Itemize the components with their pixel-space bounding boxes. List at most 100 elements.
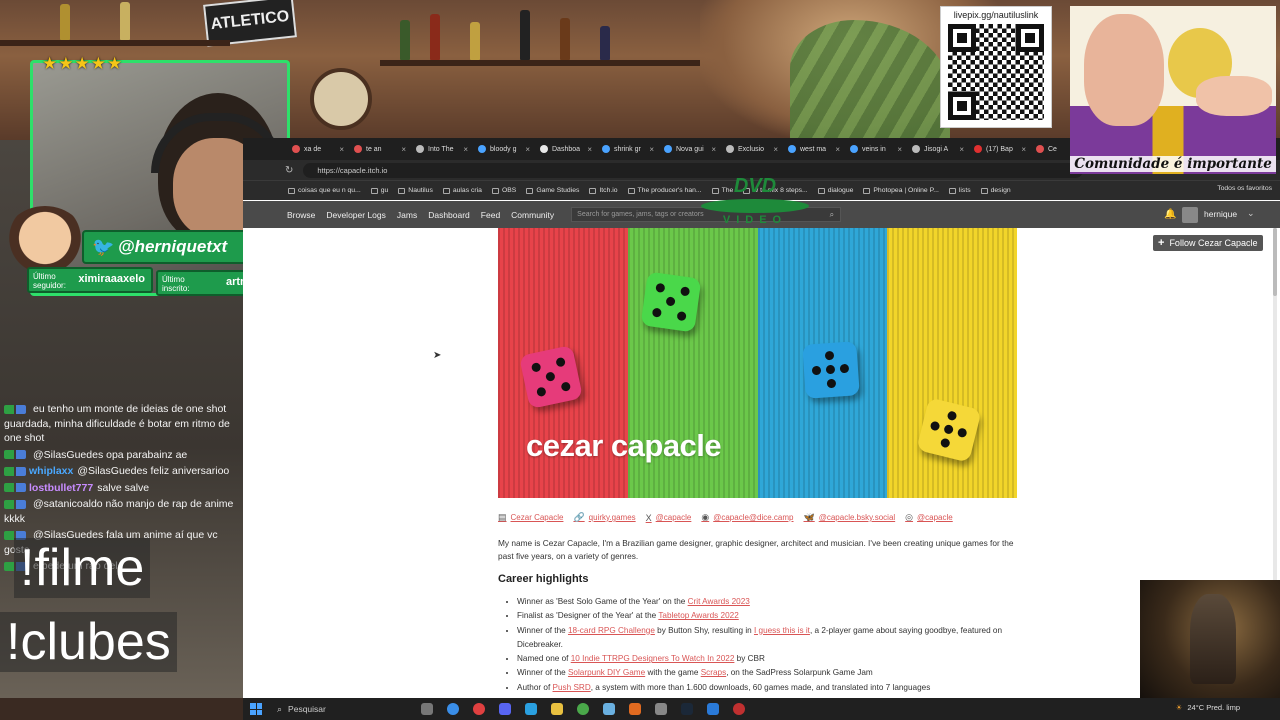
chat-username[interactable]: lostbullet777 [29,482,93,494]
windows-start-icon[interactable] [250,703,262,715]
career-link[interactable]: Crit Awards 2023 [688,597,750,606]
browser-tab[interactable]: Into The × [411,140,473,158]
career-link[interactable]: Tabletop Awards 2022 [658,611,738,620]
chat-username[interactable]: whiplaxx [29,465,73,477]
bookmark-item[interactable]: Photopea | Online P... [863,187,939,194]
nav-feed[interactable]: Feed [481,210,500,220]
tab-label: Exclusio [738,145,765,153]
career-link[interactable]: Scraps [701,668,726,677]
close-icon[interactable]: × [711,145,716,154]
bookmark-item[interactable]: coisas que eu n qu... [288,187,361,194]
tray-weather[interactable]: ☀ 24°C Pred. limp [1176,703,1240,712]
url-input[interactable]: https://capacle.itch.io [303,162,1084,178]
app-icon[interactable] [603,703,615,715]
career-link[interactable]: Solarpunk DIY Game [568,668,645,677]
social-link[interactable]: X @capacle [646,513,692,523]
bookmark-item[interactable]: dialogue [817,187,853,194]
chevron-down-icon[interactable]: ⌄ [1247,208,1255,219]
discord-icon[interactable] [499,703,511,715]
follow-button[interactable]: + Follow Cezar Capacle [1153,235,1264,251]
vivaldi-icon[interactable] [473,703,485,715]
profile-banner: cezar capacle [498,228,1017,498]
browser-tab[interactable]: te an × [349,140,411,158]
bookmark-item[interactable]: Nautilus [398,187,433,194]
social-link[interactable]: ◉ @capacle@dice.camp [701,512,793,523]
bookmark-label: OBS [501,187,517,194]
chat-text: salve salve [97,481,150,494]
folder-icon[interactable] [551,703,563,715]
nav-developer-logs[interactable]: Developer Logs [326,210,386,220]
close-icon[interactable]: × [463,145,468,154]
browser-tab[interactable]: Exclusio × [721,140,783,158]
social-link[interactable]: 🦋 @capacle.bsky.social [804,512,896,523]
search-placeholder: Search for games, jams, tags or creators [577,211,704,218]
close-icon[interactable]: × [587,145,592,154]
browser-tab[interactable]: xa de × [287,140,349,158]
user-avatar[interactable] [1182,207,1198,223]
bookmark-all-favorites[interactable]: Todos os favoritos [1217,185,1272,192]
notification-bell-icon[interactable]: 🔔 [1164,209,1176,220]
close-icon[interactable]: × [835,145,840,154]
shield-icon[interactable] [655,703,667,715]
bookmark-item[interactable]: gu [370,187,389,194]
career-item: Winner of the 18-card RPG Challenge by B… [517,624,1017,653]
bookmark-item[interactable]: lists [948,187,971,194]
chrome-alt-icon[interactable] [577,703,589,715]
nav-browse[interactable]: Browse [287,210,315,220]
close-icon[interactable]: × [897,145,902,154]
browser-tab[interactable]: shrink gr × [597,140,659,158]
browser-tab[interactable]: bloody g × [473,140,535,158]
nav-dashboard[interactable]: Dashboard [428,210,470,220]
weather-sun-icon: ☀ [1175,703,1183,712]
close-icon[interactable]: × [1021,145,1026,154]
search-icon[interactable]: ⌕ [830,210,834,220]
nav-jams[interactable]: Jams [397,210,417,220]
browser-tab[interactable]: veins in × [845,140,907,158]
social-link[interactable]: ◎ @capacle [905,512,953,523]
bookmark-item[interactable]: OBS [491,187,517,194]
career-link[interactable]: 10 Indie TTRPG Designers To Watch In 202… [571,654,735,663]
close-icon[interactable]: × [773,145,778,154]
active-app-icon[interactable] [707,703,719,715]
browser-tab[interactable]: Jisogi A × [907,140,969,158]
career-text: by Button Shy, resulting in [654,625,754,635]
career-link[interactable]: Push SRD [553,683,591,692]
bookmark-item[interactable]: design [980,187,1011,194]
task-view-icon[interactable] [421,703,433,715]
username[interactable]: hernique [1204,209,1237,219]
career-link[interactable]: 18-card RPG Challenge [568,626,655,635]
obs-icon[interactable] [733,703,745,715]
steam-icon[interactable] [681,703,693,715]
taskbar-search-label: Pesquisar [288,704,326,714]
close-icon[interactable]: × [525,145,530,154]
close-icon[interactable]: × [401,145,406,154]
bookmark-item[interactable]: aulas cria [442,187,482,194]
bookmark-item[interactable]: Game Studies [526,187,579,194]
social-label: @capacle@dice.camp [713,513,794,522]
search-app-icon[interactable] [629,703,641,715]
scrollbar-thumb[interactable] [1273,228,1277,296]
career-link[interactable]: I guess this is it [754,626,810,635]
social-link[interactable]: ▤ Cezar Capacle [498,512,563,523]
browser-tab[interactable]: (17) Bap × [969,140,1031,158]
reload-icon[interactable]: ↻ [285,165,293,176]
bookmark-item[interactable]: Itch.io [589,187,618,194]
taskbar-search[interactable]: ⌕ Pesquisar [277,701,407,717]
bookmark-item[interactable]: The producer's han... [627,187,702,194]
close-icon[interactable]: × [339,145,344,154]
social-link[interactable]: 🔗 quirky.games [573,512,635,523]
nav-community[interactable]: Community [511,210,554,220]
close-icon[interactable]: × [959,145,964,154]
telegram-icon[interactable] [525,703,537,715]
bottle [470,22,480,60]
browser-tab[interactable]: Nova gui × [659,140,721,158]
browser-tab[interactable]: Dashboa × [535,140,597,158]
last-sub-label: Último inscrito: [162,275,190,293]
close-icon[interactable]: × [649,145,654,154]
tab-label: veins in [862,145,886,153]
chat-text: eu tenho um monte de ideias de one shot … [4,403,230,444]
chrome-icon[interactable] [447,703,459,715]
tab-favicon-icon [726,145,734,153]
browser-tab[interactable]: west ma × [783,140,845,158]
bookmark-label: gu [380,187,389,194]
